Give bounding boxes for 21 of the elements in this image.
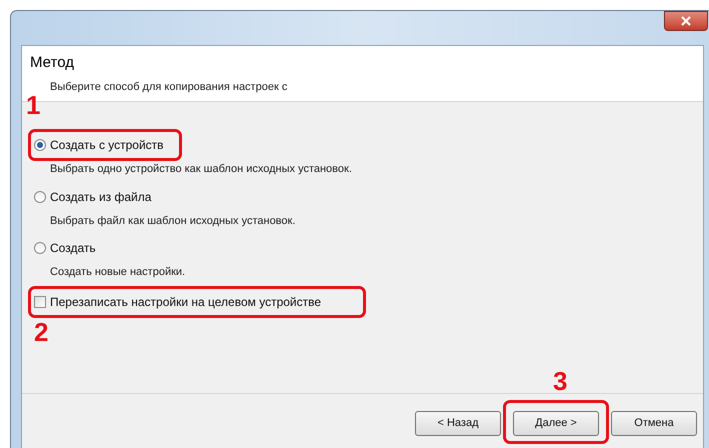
option-label[interactable]: Создать — [50, 239, 96, 257]
close-icon — [681, 16, 691, 26]
option-description: Выбрать файл как шаблон исходных установок. — [49, 214, 296, 228]
close-button[interactable] — [664, 11, 708, 31]
checkbox[interactable] — [34, 296, 46, 308]
radio-button[interactable] — [34, 190, 46, 202]
option-description: Создать новые настройки. — [49, 265, 186, 280]
step-number: 3 — [553, 368, 568, 394]
radio-button[interactable] — [34, 242, 46, 254]
page-subtitle: Выберите способ для копирования настроек с — [49, 80, 288, 94]
option-label[interactable]: Создать с устройств — [50, 136, 164, 154]
step-number: 2 — [34, 318, 48, 344]
page-title: Метод — [30, 53, 75, 73]
dialog-button[interactable]: Далее > — [513, 410, 599, 436]
option-description: Выбрать одно устройство как шаблон исходных установок. — [49, 162, 353, 177]
step-number: 1 — [26, 92, 40, 118]
dialog-button[interactable]: < Назад — [415, 410, 501, 436]
radio-button[interactable] — [34, 139, 46, 151]
option-label[interactable]: Создать из файла — [50, 188, 152, 206]
dialog-button[interactable]: Отмена — [611, 410, 697, 436]
checkbox-label[interactable]: Перезаписать настройки на целевом устройстве — [50, 292, 322, 310]
